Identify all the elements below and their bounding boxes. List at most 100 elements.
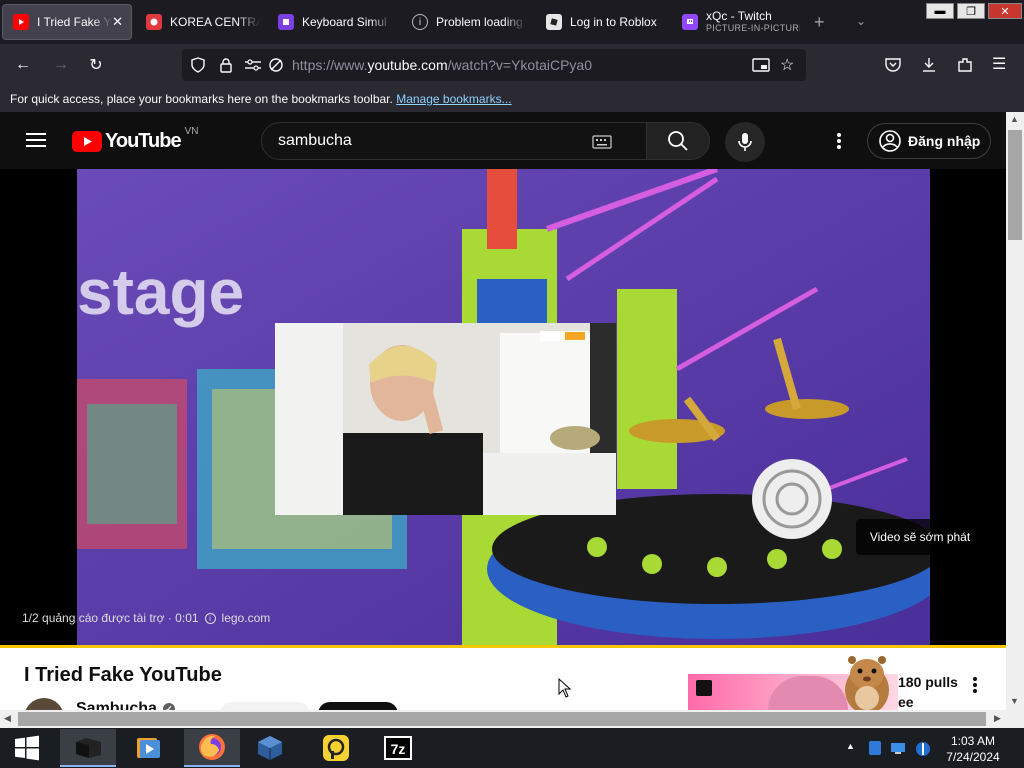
youtube-play-icon [72,130,102,152]
taskbar-parsec[interactable] [308,729,364,767]
chevron-down-icon[interactable]: ⌄ [856,14,866,28]
hamburger-menu-icon[interactable]: ☰ [992,54,1006,74]
youtube-logo[interactable]: YouTube VN [72,126,198,153]
lock-icon[interactable] [218,57,234,73]
tab-title: I Tried Fake Yo [37,15,113,29]
ad-info: 1/2 quảng cáo được tài trợ · 0:01 i lego… [22,611,270,625]
keyboard-sim-favicon-icon [278,14,294,30]
virtualbox-icon [258,736,282,760]
action-pill[interactable] [318,702,398,710]
pip-stream-scene [275,323,616,515]
hamster-sticker [836,652,898,710]
info-icon[interactable]: i [204,612,216,624]
ad-overlay-text: stage [77,256,244,328]
taskbar-firefox[interactable] [184,729,240,767]
korea-favicon-icon [146,14,162,30]
mouse-cursor-icon [558,677,572,703]
scroll-up-icon[interactable]: ▲ [1010,114,1019,124]
back-arrow-icon[interactable]: ← [12,54,34,76]
channel-name: Sambucha [76,700,157,710]
channel-name-row[interactable]: Sambucha ✓ [76,700,175,710]
start-button[interactable] [0,729,54,767]
taskbar-desktop-app[interactable] [60,729,116,767]
sign-in-button[interactable]: Đăng nhập [867,123,991,159]
close-window-button[interactable]: ✕ [988,3,1022,19]
more-options-icon[interactable] [836,132,842,155]
roblox-favicon-icon [546,14,562,30]
scroll-thumb[interactable] [1008,130,1022,240]
clock-time: 1:03 AM [950,734,996,748]
ad-domain-link[interactable]: lego.com [222,611,271,625]
firefox-icon [199,734,225,760]
hscroll-thumb[interactable] [18,712,986,726]
side-card-subtitle: ee [898,694,914,710]
media-player-icon [137,738,160,758]
autoplay-blocked-icon[interactable] [268,57,284,73]
scroll-down-icon[interactable]: ▼ [1010,696,1019,706]
permissions-icon[interactable] [244,57,262,73]
taskbar-virtualbox[interactable] [242,729,298,767]
tab-roblox[interactable]: Log in to Roblox [536,4,670,40]
voice-search-button[interactable] [725,122,765,162]
clock-date: 7/24/2024 [946,750,1000,764]
video-player[interactable]: stage Video sẽ sớm phát 1/2 quảng cáo đư… [0,169,1006,647]
scroll-right-icon[interactable]: ▶ [994,713,1001,724]
reload-icon[interactable]: ↻ [85,54,107,76]
channel-avatar[interactable] [24,698,64,710]
youtube-page: YouTube VN sambucha Đăng nhập stage Vide… [0,112,1006,710]
horizontal-scrollbar[interactable]: ◀ ▶ [0,710,1024,728]
vertical-scrollbar[interactable]: ▲ ▼ [1006,112,1024,710]
youtube-favicon-icon [13,14,29,30]
forward-arrow-icon[interactable]: → [50,54,72,76]
youtube-header: YouTube VN sambucha Đăng nhập [0,112,1006,169]
pocket-icon[interactable] [884,56,902,74]
subscribe-pill[interactable] [220,702,310,710]
restore-button[interactable]: ❐ [957,3,985,19]
cube-app-icon [76,738,101,758]
tab-strip: I Tried Fake Yo ✕ KOREA CENTRAL Keyboard… [0,0,1024,44]
network-icon[interactable] [890,740,906,756]
url-text[interactable]: https://www.youtube.com/watch?v=YkotaiCP… [292,57,592,73]
game-logo-icon [696,680,712,696]
logo-text: YouTube [105,129,182,152]
taskbar-7zip[interactable]: 7z [370,729,426,767]
bookmark-star-icon[interactable]: ☆ [780,55,794,75]
ad-info-text: 1/2 quảng cáo được tài trợ · 0:01 [22,611,199,625]
7zip-icon: 7z [384,736,412,760]
video-info-area: I Tried Fake YouTube Sambucha ✓ 180 pull… [0,648,1006,710]
shield-icon[interactable] [190,57,206,73]
taskbar-media-player[interactable] [120,729,176,767]
extensions-icon[interactable] [956,56,974,74]
tab-twitch[interactable]: xQc - Twitch PICTURE-IN-PICTURE [672,4,800,40]
parsec-icon [323,735,349,761]
tab-youtube[interactable]: I Tried Fake Yo ✕ [2,4,132,40]
tray-status-icon[interactable] [914,740,932,758]
pip-icon[interactable] [752,57,770,73]
minimize-button[interactable]: ▬ [926,3,954,19]
tab-keyboard-sim[interactable]: Keyboard Simul [268,4,396,40]
clock[interactable]: 1:03 AM 7/24/2024 [940,733,1006,765]
close-icon[interactable]: ✕ [112,14,123,30]
sign-in-label: Đăng nhập [908,133,981,149]
tab-korea[interactable]: KOREA CENTRAL [136,4,264,40]
keyboard-icon[interactable] [592,135,612,149]
new-tab-icon[interactable]: + [814,12,825,33]
search-input[interactable]: sambucha [261,122,647,160]
bookmarks-toolbar: For quick access, place your bookmarks h… [0,86,1024,112]
url-bar[interactable]: https://www.youtube.com/watch?v=YkotaiCP… [182,49,806,81]
tab-title: Problem loading [436,15,523,29]
pip-window[interactable] [275,323,616,515]
tab-title: xQc - Twitch [706,9,772,23]
search-icon [668,131,688,151]
manage-bookmarks-link[interactable]: Manage bookmarks... [396,92,511,106]
tab-problem-loading[interactable]: i Problem loading [402,4,530,40]
downloads-icon[interactable] [920,56,938,74]
tab-subtitle: PICTURE-IN-PICTURE [706,23,800,33]
tab-title: KOREA CENTRAL [170,15,260,29]
scroll-left-icon[interactable]: ◀ [4,713,11,724]
menu-icon[interactable] [26,132,46,148]
search-button[interactable] [646,122,710,160]
more-vert-icon[interactable] [972,676,978,699]
tray-app-icon[interactable] [868,740,882,756]
tray-overflow-icon[interactable]: ▲ [846,741,855,751]
